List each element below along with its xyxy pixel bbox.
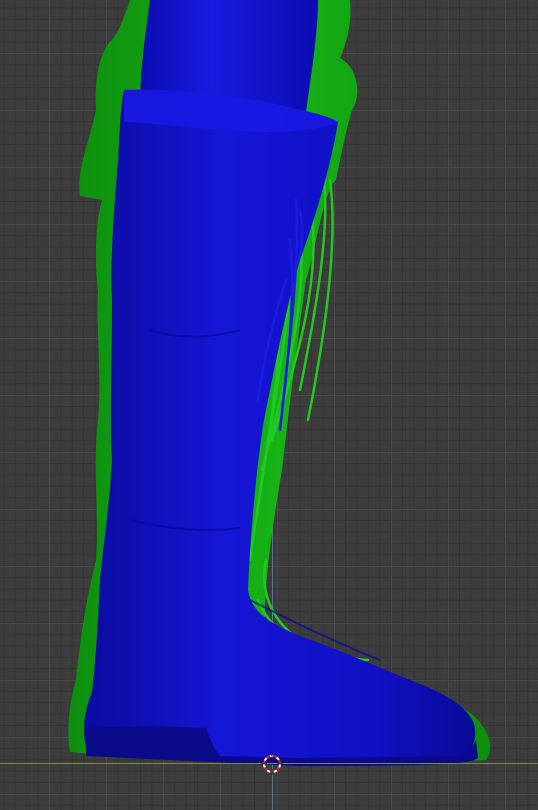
3d-cursor-icon[interactable] — [261, 753, 283, 775]
3d-viewport[interactable] — [0, 0, 538, 810]
boot-model-render[interactable] — [0, 0, 538, 810]
